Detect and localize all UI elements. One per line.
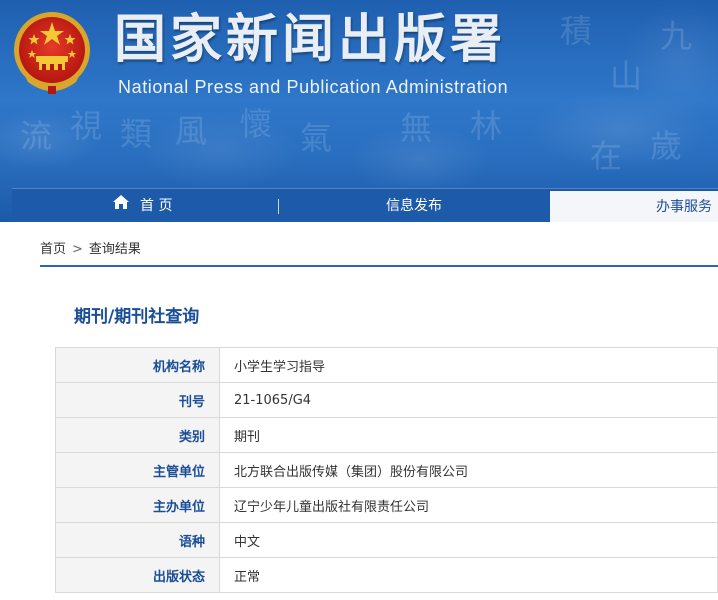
row-key: 出版状态 xyxy=(55,557,220,593)
calligraphy-decoration: 氣 xyxy=(300,119,333,157)
main-content: 首页 > 查询结果 期刊/期刊社查询 机构名称 小学生学习指导 刊号 21-1065… xyxy=(12,222,718,600)
breadcrumb-home[interactable]: 首页 xyxy=(40,242,66,257)
site-subtitle: National Press and Publication Administr… xyxy=(118,77,509,97)
calligraphy-decoration: 九 xyxy=(660,17,693,55)
calligraphy-decoration: 風 xyxy=(175,112,208,150)
table-row: 刊号 21-1065/G4 xyxy=(55,382,718,418)
site-title: 国家新闻出版署 xyxy=(114,10,507,70)
breadcrumb: 首页 > 查询结果 xyxy=(40,238,141,257)
national-emblem-icon xyxy=(10,8,94,96)
nav-separator xyxy=(278,199,279,214)
home-icon xyxy=(112,189,130,222)
table-row: 机构名称 小学生学习指导 xyxy=(55,347,718,383)
breadcrumb-current: 查询结果 xyxy=(88,242,141,257)
row-value: 北方联合出版传媒（集团）股份有限公司 xyxy=(219,452,718,488)
table-row: 出版状态 正常 xyxy=(55,557,718,593)
calligraphy-decoration: 在 xyxy=(590,137,623,175)
row-key: 机构名称 xyxy=(55,347,220,383)
main-nav: 首 页 信息发布 办事服务 xyxy=(12,188,718,222)
calligraphy-decoration: 無 xyxy=(400,109,433,147)
calligraphy-decoration: 歲 xyxy=(650,127,683,165)
row-key: 语种 xyxy=(55,522,220,558)
result-table: 机构名称 小学生学习指导 刊号 21-1065/G4 类别 期刊 主管单位 北方… xyxy=(55,347,718,593)
row-value: 中文 xyxy=(219,522,718,558)
header-banner: 流 視 類 風 懷 氣 無 林 積 山 九 歲 在 国家新闻出版署 Nation… xyxy=(0,0,718,222)
calligraphy-decoration: 林 xyxy=(470,107,503,145)
table-row: 主办单位 辽宁少年儿童出版社有限责任公司 xyxy=(55,487,718,523)
calligraphy-decoration: 流 xyxy=(20,117,53,155)
section-title: 期刊/期刊社查询 xyxy=(74,307,200,327)
row-key: 类别 xyxy=(55,417,220,453)
calligraphy-decoration: 視 xyxy=(70,107,103,145)
nav-service[interactable]: 办事服务 xyxy=(550,191,718,222)
breadcrumb-separator: > xyxy=(72,242,83,257)
row-value: 21-1065/G4 xyxy=(219,382,718,418)
row-value: 辽宁少年儿童出版社有限责任公司 xyxy=(219,487,718,523)
breadcrumb-divider xyxy=(40,265,718,267)
table-row: 语种 中文 xyxy=(55,522,718,558)
row-key: 主管单位 xyxy=(55,452,220,488)
row-key: 刊号 xyxy=(55,382,220,418)
calligraphy-decoration: 積 xyxy=(560,12,593,50)
nav-home[interactable]: 首 页 xyxy=(112,189,172,222)
table-row: 类别 期刊 xyxy=(55,417,718,453)
calligraphy-decoration: 懷 xyxy=(240,105,273,143)
row-value: 小学生学习指导 xyxy=(219,347,718,383)
row-value: 期刊 xyxy=(219,417,718,453)
nav-home-label: 首 页 xyxy=(140,198,173,214)
row-key: 主办单位 xyxy=(55,487,220,523)
calligraphy-decoration: 類 xyxy=(120,115,153,153)
row-value: 正常 xyxy=(219,557,718,593)
nav-service-label: 办事服务 xyxy=(656,199,712,215)
table-row: 主管单位 北方联合出版传媒（集团）股份有限公司 xyxy=(55,452,718,488)
calligraphy-decoration: 山 xyxy=(610,57,643,95)
nav-info[interactable]: 信息发布 xyxy=(386,189,442,222)
